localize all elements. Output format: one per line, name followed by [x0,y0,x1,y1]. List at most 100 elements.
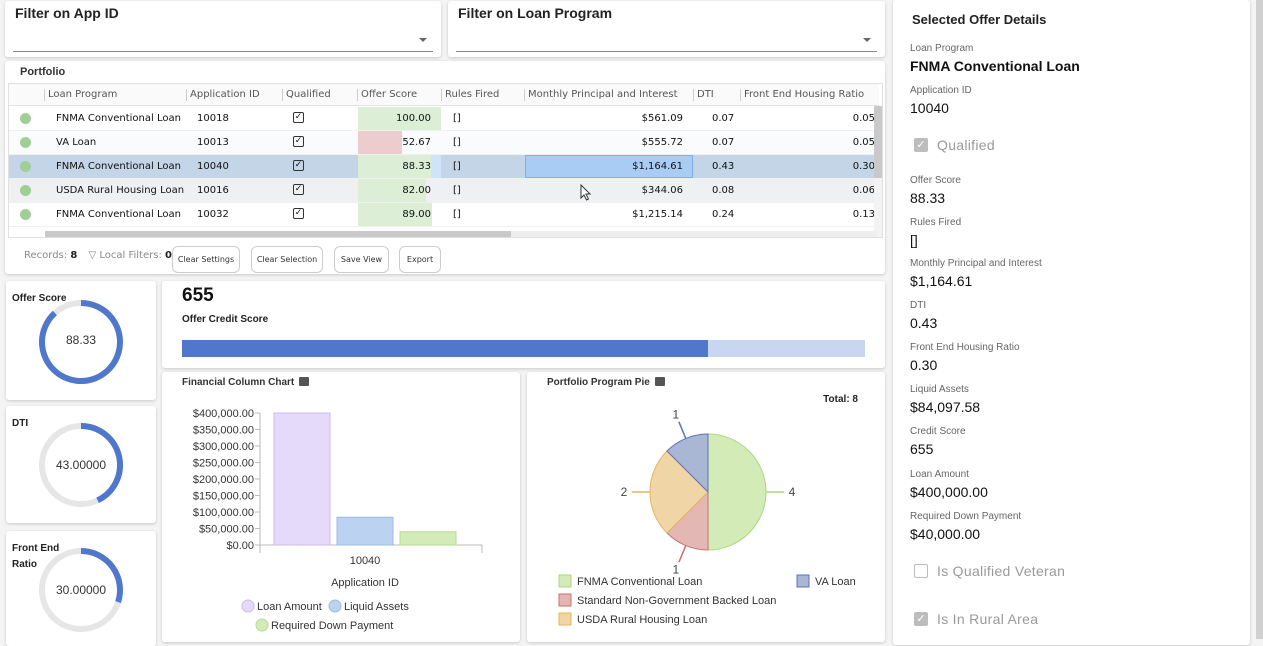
qualified-checkbox: ✓ [293,208,304,219]
table-row[interactable]: VA Loan 10013 52.67 [] $555.72 0.07 0.05 ✓ [9,131,877,155]
detail-label: Offer Score [910,175,961,186]
chevron-down-icon[interactable] [419,38,427,42]
fehr-cell: 0.05 [852,113,875,124]
bar-loan-amount [273,412,331,546]
clear-selection-button[interactable]: Clear Selection [251,246,323,273]
detail-checkbox-label: Qualified [937,137,995,153]
y-tick-label: $200,000.00 [193,474,254,486]
clear-settings-button[interactable]: Clear Settings [172,246,240,273]
gauge-value: 30.00000 [55,583,107,597]
table-row[interactable]: FNMA Conventional Loan 10040 88.33 [] $1,164… [9,155,877,179]
vertical-scrollbar-thumb[interactable] [874,106,882,178]
detail-label: Loan Amount [910,469,969,480]
filter-app-id-select[interactable] [13,29,433,52]
filter-loan-program-select[interactable] [456,29,877,52]
y-tick-label: $300,000.00 [193,441,254,453]
monthly-pi-cell: $1,164.61 [632,161,683,172]
export-button[interactable]: Export [399,246,441,273]
page-scrollbar-track[interactable] [1256,0,1263,639]
records-label: Records: [24,250,68,261]
detail-value: 10040 [910,100,949,116]
rules-fired-cell: [] [453,113,461,124]
column-header-dti[interactable]: DTI [697,89,714,100]
records-count: 8 [70,250,78,261]
legend-marker [558,593,572,607]
credit-score-value: 655 [182,285,214,306]
gauge-value: 88.33 [65,333,97,347]
offer-score-cell: 100.00 [396,113,431,124]
table-row[interactable]: FNMA Conventional Loan 10018 100.00 [] $561.… [9,107,877,131]
loan-program-cell: USDA Rural Housing Loan [56,185,185,196]
column-header-fehr[interactable]: Front End Housing Ratio [744,89,864,100]
mouse-cursor-icon [580,184,592,201]
detail-value: $40,000.00 [910,526,981,542]
detail-label: Monthly Principal and Interest [910,258,1042,269]
horizontal-scrollbar-thumb[interactable] [45,231,511,237]
rules-fired-cell: [] [453,137,461,148]
portfolio-program-pie-card: Portfolio Program Pie Total: 8 4 1 2 1 FNMA … [527,372,885,642]
grid-footer-records: Records: 8 ▽ Local Filters: 0 [24,250,172,261]
column-header-loan-program[interactable]: Loan Program [48,89,117,100]
detail-value: 88.33 [910,190,946,206]
dti-cell: 0.43 [712,161,735,172]
legend-marker [328,599,342,613]
detail-value: FNMA Conventional Loan [910,58,1080,74]
application-id-cell: 10013 [197,137,229,148]
legend-label: Required Down Payment [271,620,393,632]
local-filters-label: Local Filters: [99,250,162,261]
application-id-cell: 10018 [197,113,229,124]
detail-value: [] [910,232,918,248]
gauge-value: 43.00000 [55,458,107,472]
table-row[interactable]: FNMA Conventional Loan 10032 89.00 [] $1,215… [9,203,877,227]
detail-value: 0.30 [910,357,938,373]
chevron-down-icon[interactable] [863,38,871,42]
detail-value: $1,164.61 [910,273,973,289]
column-header-qualified[interactable]: Qualified [286,89,331,100]
monthly-pi-cell: $344.06 [641,185,683,196]
credit-score-label: Offer Credit Score [182,314,269,325]
filter-loan-program-card: Filter on Loan Program [448,1,885,57]
filter-app-id-title: Filter on App ID [15,5,119,21]
monthly-pi-cell: $561.09 [641,113,683,124]
details-title: Selected Offer Details [912,12,1047,27]
column-header-application-id[interactable]: Application ID [190,89,260,100]
grid-header: Loan Program Application ID Qualified Of… [9,84,879,106]
dti-cell: 0.07 [712,137,735,148]
save-view-button[interactable]: Save View [334,246,389,273]
legend-label: Standard Non-Government Backed Loan [577,595,776,607]
pie-data-label: 1 [673,407,680,421]
x-axis-label: Application ID [331,577,399,589]
legend-label: USDA Rural Housing Loan [577,614,707,626]
column-separator [44,89,45,101]
detail-label: Credit Score [910,426,966,437]
filter-icon: ▽ [88,250,97,261]
column-header-monthly-pi[interactable]: Monthly Principal and Interest [528,89,678,100]
filter-loan-program-title: Filter on Loan Program [458,5,613,21]
rules-fired-cell: [] [453,161,461,172]
fehr-cell: 0.06 [852,185,875,196]
column-header-offer-score[interactable]: Offer Score [361,89,417,100]
detail-label: Required Down Payment [910,511,1022,522]
dti-cell: 0.08 [712,185,735,196]
y-tick-label: $250,000.00 [193,458,254,470]
rules-fired-cell: [] [453,209,461,220]
application-id-cell: 10016 [197,185,229,196]
detail-label: DTI [910,300,927,311]
portfolio-program-pie-chart: 4121FNMA Conventional LoanStandard Non-G… [558,407,856,626]
y-tick-label: $100,000.00 [193,507,254,519]
qualified-checkbox: ✓ [293,184,304,195]
detail-label: Front End Housing Ratio [910,342,1020,353]
status-dot [20,185,31,196]
status-dot [20,113,31,124]
legend-label: Liquid Assets [344,601,409,613]
column-separator [693,89,694,101]
legend-marker [241,599,255,613]
column-separator [524,89,525,101]
gauge-card-front-end-ratio: Front End Ratio 30.00000 [6,531,156,646]
application-id-cell: 10032 [197,209,229,220]
monthly-pi-cell: $1,215.14 [632,209,683,220]
offer-score-bar-remainder [431,155,441,178]
detail-checkbox-label: Is In Rural Area [937,611,1039,627]
table-row[interactable]: USDA Rural Housing Loan 10016 82.00 [] $344.… [9,179,877,203]
column-header-rules-fired[interactable]: Rules Fired [445,89,499,100]
